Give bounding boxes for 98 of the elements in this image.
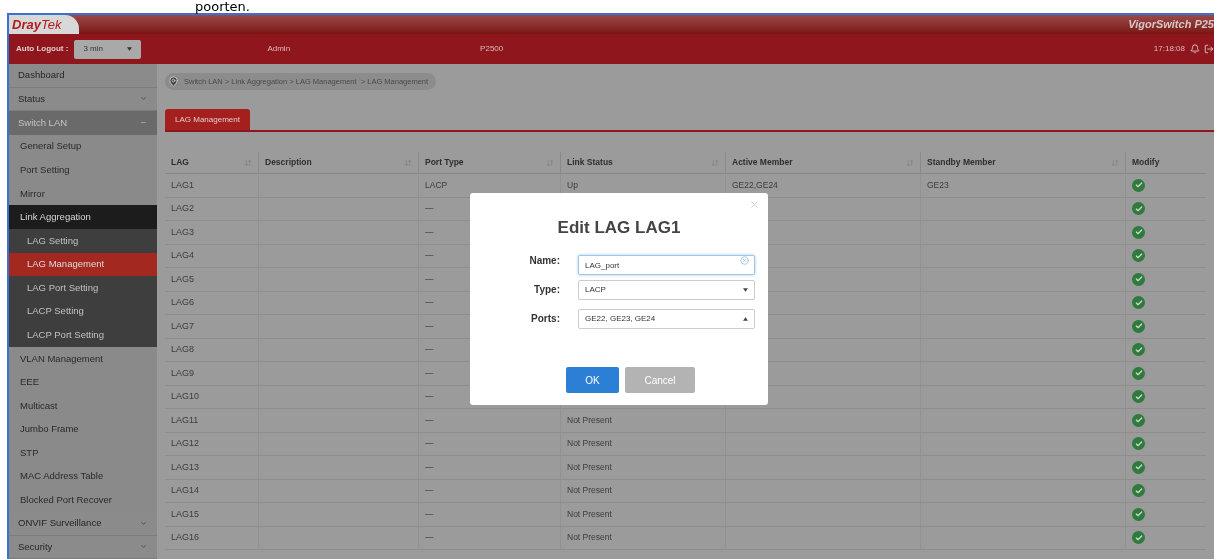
table-cell: — <box>425 460 434 474</box>
edit-icon[interactable] <box>1132 390 1145 404</box>
table-cell: — <box>425 225 434 239</box>
table-cell: LACP <box>425 178 448 192</box>
edit-icon[interactable] <box>1132 366 1145 380</box>
table-cell: Not Present <box>567 413 612 427</box>
column-header[interactable]: Port Type <box>425 156 464 169</box>
auto-logout-label: Auto Logout : <box>16 43 69 55</box>
table-cell: Up <box>567 178 578 192</box>
table-cell-text: LAG16 <box>171 531 200 544</box>
edit-icon[interactable] <box>1132 413 1145 427</box>
edit-icon[interactable] <box>1132 249 1145 263</box>
table-cell: — <box>425 249 434 263</box>
table-cell: — <box>425 437 434 451</box>
table-cell: LAG13 <box>171 460 200 474</box>
table-cell-text: LAG14 <box>171 484 200 497</box>
table-cell: GE23 <box>927 178 949 192</box>
sidebar-item[interactable]: LACP Port Setting <box>9 323 157 347</box>
table-cell: LAG11 <box>171 413 199 427</box>
column-header[interactable]: Description <box>265 156 312 169</box>
table-cell: — <box>425 366 434 380</box>
tab[interactable]: LAG Management <box>165 109 250 130</box>
edit-icon[interactable] <box>1132 343 1145 357</box>
field-label: Name: <box>528 254 561 268</box>
sidebar-item[interactable]: Switch LAN <box>9 111 157 135</box>
caret-icon <box>743 316 748 321</box>
model-label: P2500 <box>480 43 504 55</box>
table-cell: — <box>425 507 434 521</box>
auto-logout-select[interactable]: 3 min <box>74 39 142 59</box>
table-cell: Not Present <box>567 531 612 545</box>
table-cell: GE22,GE24 <box>732 178 778 192</box>
table-cell: Not Present <box>567 437 612 451</box>
table-cell: LAG3 <box>171 225 194 239</box>
logout-icon[interactable] <box>1204 44 1214 54</box>
table-cell-text: LAG2 <box>171 202 194 215</box>
table-cell: — <box>425 413 434 427</box>
column-header[interactable]: LAG <box>171 156 189 169</box>
table-cell: — <box>425 319 434 333</box>
column-header[interactable]: Modify <box>1132 156 1160 169</box>
table-cell: — <box>425 531 434 545</box>
edit-icon[interactable] <box>1132 296 1145 310</box>
table-cell-text: LAG6 <box>171 296 194 309</box>
sidebar-item[interactable]: LAG Setting <box>9 229 157 253</box>
notification-icon[interactable] <box>1190 44 1200 54</box>
caret-icon <box>743 287 748 292</box>
sidebar-item[interactable]: LACP Setting <box>9 299 157 324</box>
column-header[interactable]: Link Status <box>567 156 613 169</box>
product-name: VigorSwitch P25 <box>1128 17 1214 33</box>
table-cell-text: LAG4 <box>171 249 194 262</box>
caret-icon <box>140 519 147 527</box>
table-cell: Not Present <box>567 460 612 474</box>
table-cell: — <box>425 484 434 498</box>
location-icon <box>168 76 179 87</box>
table-cell: LAG9 <box>171 366 194 380</box>
table-cell: LAG5 <box>171 272 194 286</box>
table-cell: LAG7 <box>171 319 194 333</box>
table-cell: Not Present <box>567 507 612 521</box>
edit-icon[interactable] <box>1132 484 1145 498</box>
table-cell: Not Present <box>567 484 612 498</box>
table-cell: — <box>425 296 434 310</box>
dialog-title: Edit LAG LAG1 <box>557 217 681 239</box>
table-cell: — <box>425 390 434 404</box>
edit-icon[interactable] <box>1132 319 1145 333</box>
field-label: Ports: <box>530 312 561 326</box>
sidebar-item[interactable]: LAG Management <box>9 252 157 277</box>
caret-icon <box>127 47 133 51</box>
name-field[interactable]: LAG_port <box>578 255 755 275</box>
table-cell: LAG15 <box>171 507 200 521</box>
edit-icon[interactable] <box>1132 272 1145 286</box>
table-cell-text: LAG12 <box>171 437 200 450</box>
caret-icon <box>140 543 147 551</box>
table-cell: LAG1 <box>171 178 194 192</box>
clock: 17:18:08 <box>1153 43 1185 55</box>
edit-icon[interactable] <box>1132 507 1145 521</box>
sidebar-item[interactable]: LAG Port Setting <box>9 276 157 300</box>
caret-icon <box>140 95 147 103</box>
column-header[interactable]: Active Member <box>732 156 793 169</box>
logo: DrayTek <box>9 15 79 34</box>
table-cell-text: LAG10 <box>171 390 200 403</box>
field-label: Type: <box>533 283 561 297</box>
table-cell: — <box>425 343 434 357</box>
table-cell: — <box>425 272 434 286</box>
user-label: Admin <box>267 43 291 55</box>
sidebar-item[interactable]: Link Aggregation <box>9 205 157 230</box>
clear-icon[interactable] <box>740 255 749 265</box>
edit-icon[interactable] <box>1132 178 1145 192</box>
table-cell-text: LAG8 <box>171 343 194 356</box>
edit-icon[interactable] <box>1132 531 1145 545</box>
select-field[interactable]: GE22, GE23, GE24 <box>578 308 755 329</box>
ok-button[interactable]: OK <box>566 367 619 393</box>
edit-icon[interactable] <box>1132 437 1145 451</box>
edit-icon[interactable] <box>1132 225 1145 239</box>
document-text: poorten. <box>195 0 250 13</box>
column-header[interactable]: Standby Member <box>927 156 996 169</box>
edit-icon[interactable] <box>1132 202 1145 216</box>
edit-icon[interactable] <box>1132 460 1145 474</box>
table-cell: — <box>425 202 434 216</box>
select-field[interactable]: LACP <box>578 279 755 300</box>
